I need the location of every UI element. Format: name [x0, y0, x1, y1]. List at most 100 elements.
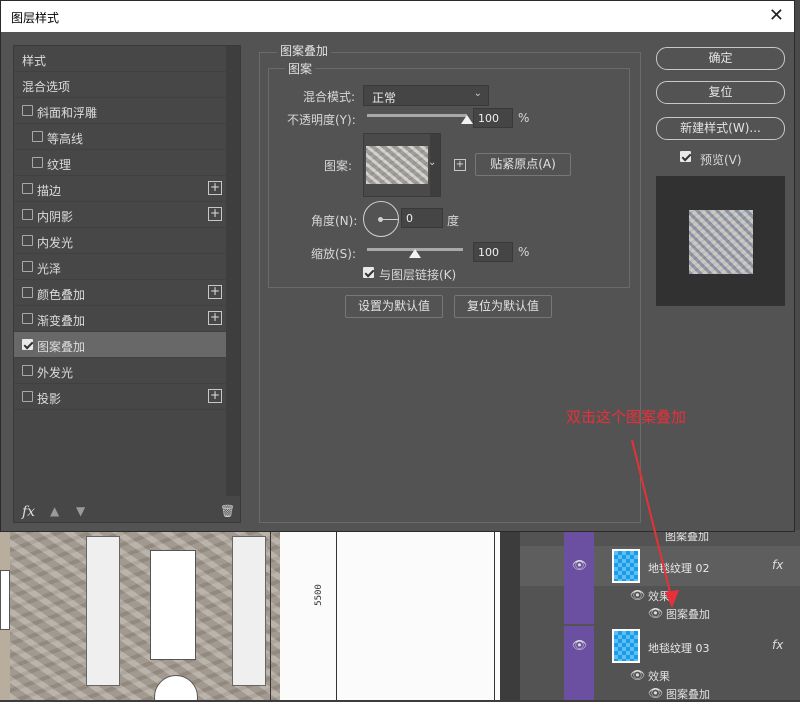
style-item-label: 等高线	[47, 132, 84, 146]
angle-input[interactable]: 0	[401, 208, 443, 228]
style-item-checkbox[interactable]	[22, 105, 33, 116]
plan-wall-line	[270, 530, 271, 700]
angle-center-dot	[378, 217, 383, 222]
opacity-input[interactable]: 100	[473, 108, 513, 128]
chevron-down-icon: ⌄	[473, 88, 482, 99]
fx-icon[interactable]: fx	[772, 558, 783, 572]
style-item-label: 外发光	[37, 366, 74, 380]
style-preview	[656, 176, 785, 306]
ok-button[interactable]: 确定	[656, 47, 785, 70]
layer-color-label	[564, 666, 594, 700]
style-item-checkbox[interactable]	[22, 261, 33, 272]
preview-label: 预览(V)	[700, 153, 742, 167]
dialog-titlebar[interactable]: 图层样式 ✕	[1, 1, 794, 32]
style-item-checkbox[interactable]	[22, 287, 33, 298]
link-with-layer-checkbox[interactable]	[363, 267, 374, 278]
angle-label: 角度(N):	[311, 214, 358, 228]
style-item[interactable]: 颜色叠加 +	[14, 280, 226, 306]
opacity-slider[interactable]	[367, 114, 467, 117]
effects-label: 效果	[648, 670, 670, 683]
style-item[interactable]: 混合选项	[14, 72, 226, 98]
style-item-checkbox[interactable]	[32, 157, 43, 168]
style-item-label: 渐变叠加	[37, 314, 86, 328]
document-canvas[interactable]	[0, 530, 500, 700]
plan-dimension-line	[336, 530, 337, 700]
dimension-label: 5500	[313, 584, 324, 606]
pattern-thumbnail	[366, 146, 428, 184]
plan-white-area	[280, 530, 500, 700]
scale-unit: %	[518, 245, 530, 259]
snap-origin-button[interactable]: 贴紧原点(A)	[475, 153, 571, 176]
style-list: 样式 混合选项斜面和浮雕等高线纹理 描边 + 内阴影 + 内发光 光泽 颜色叠加 + 渐变叠加 + 图案…	[13, 45, 241, 523]
style-item[interactable]: 描边 +	[14, 176, 226, 202]
layer-effects-group: 👁 效果 👁 图案叠加	[520, 666, 800, 701]
reset-default-button[interactable]: 复位为默认值	[454, 295, 552, 318]
add-icon[interactable]: +	[208, 285, 222, 299]
style-item[interactable]: 光泽	[14, 254, 226, 280]
preview-checkbox[interactable]	[680, 151, 691, 162]
style-item-label: 图案叠加	[37, 340, 86, 354]
opacity-slider-thumb[interactable]	[461, 115, 473, 124]
style-item-label: 内阴影	[37, 210, 74, 224]
eye-icon[interactable]: 👁	[572, 638, 587, 652]
chevron-down-icon[interactable]: ⌄	[428, 157, 436, 168]
style-item-label: 斜面和浮雕	[37, 106, 98, 120]
fx-icon[interactable]: fx	[22, 504, 35, 520]
make-default-button[interactable]: 设置为默认值	[345, 295, 443, 318]
style-item-checkbox[interactable]	[22, 183, 33, 194]
arrow-down-icon[interactable]: ▼	[76, 504, 85, 518]
style-item[interactable]: 等高线	[14, 124, 226, 150]
style-item[interactable]: 图案叠加	[14, 332, 226, 358]
style-item[interactable]: 内阴影 +	[14, 202, 226, 228]
style-item[interactable]: 斜面和浮雕	[14, 98, 226, 124]
eye-icon[interactable]: 👁	[630, 668, 645, 682]
new-preset-icon[interactable]: +	[454, 159, 466, 171]
style-item-checkbox[interactable]	[22, 391, 33, 402]
eye-icon[interactable]: 👁	[648, 686, 663, 700]
add-icon[interactable]: +	[208, 389, 222, 403]
style-item-checkbox[interactable]	[22, 339, 33, 350]
style-item-checkbox[interactable]	[32, 131, 43, 142]
plan-chair	[0, 570, 10, 630]
dialog-title: 图层样式	[11, 11, 60, 25]
style-item-checkbox[interactable]	[22, 235, 33, 246]
plan-sofa-right	[232, 536, 266, 686]
list-scrollbar[interactable]	[226, 46, 240, 496]
reset-button[interactable]: 复位	[656, 81, 785, 104]
trash-icon[interactable]: 🗑	[220, 504, 235, 518]
scale-slider-thumb[interactable]	[409, 249, 421, 258]
style-item[interactable]: 样式	[14, 46, 226, 72]
blend-mode-select[interactable]: 正常 ⌄	[363, 85, 489, 106]
style-item[interactable]: 内发光	[14, 228, 226, 254]
scale-input[interactable]: 100	[473, 242, 513, 262]
plan-sofa-left	[86, 536, 120, 686]
style-item[interactable]: 投影 +	[14, 384, 226, 410]
add-icon[interactable]: +	[208, 207, 222, 221]
preview-swatch	[689, 210, 753, 274]
style-item[interactable]: 渐变叠加 +	[14, 306, 226, 332]
style-item-checkbox[interactable]	[22, 313, 33, 324]
style-item[interactable]: 纹理	[14, 150, 226, 176]
new-style-button[interactable]: 新建样式(W)...	[656, 117, 785, 140]
layer-thumbnail	[612, 629, 640, 663]
fx-icon[interactable]: fx	[772, 638, 783, 652]
opacity-label: 不透明度(Y):	[287, 113, 356, 127]
layer-row[interactable]: 👁 地毯纹理 03 fx	[520, 626, 800, 666]
add-icon[interactable]: +	[208, 181, 222, 195]
link-with-layer-label: 与图层链接(K)	[379, 268, 457, 282]
close-icon[interactable]: ✕	[769, 5, 784, 26]
eye-icon[interactable]: 👁	[572, 558, 587, 572]
style-item-label: 投影	[37, 392, 62, 406]
add-icon[interactable]: +	[208, 311, 222, 325]
pattern-label: 图案:	[324, 159, 353, 173]
list-footer: fx ▲ ▼ 🗑	[14, 502, 240, 524]
annotation-arrow	[631, 439, 679, 608]
blend-mode-label: 混合模式:	[303, 90, 356, 104]
subgroup-title: 图案	[285, 60, 316, 77]
style-item-checkbox[interactable]	[22, 209, 33, 220]
style-item[interactable]: 外发光	[14, 358, 226, 384]
opacity-unit: %	[518, 111, 530, 125]
arrow-up-icon[interactable]: ▲	[50, 504, 59, 518]
style-item-checkbox[interactable]	[22, 365, 33, 376]
angle-dial[interactable]	[363, 201, 399, 237]
